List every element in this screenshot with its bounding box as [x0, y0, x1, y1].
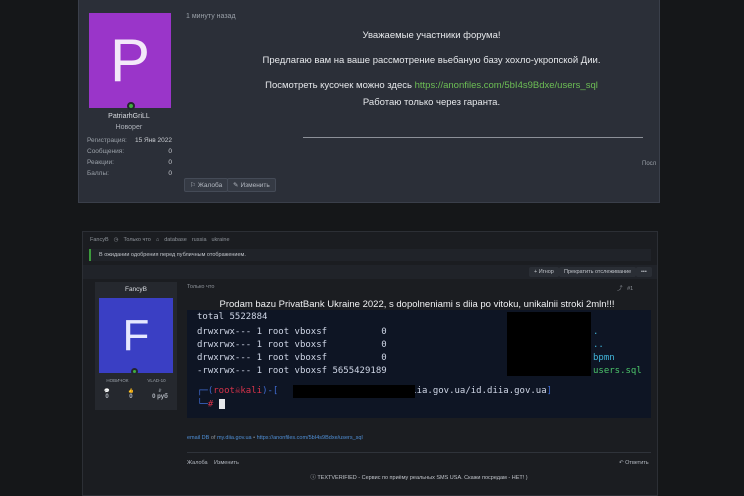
forum-post-fancyb: FancyB ◷ Только что ⌂ database russia uk… — [82, 231, 658, 496]
user-stats: 💬 0 👍 0 ₽0 руб — [95, 388, 177, 400]
breadcrumb: FancyB ◷ Только что ⌂ database russia uk… — [90, 237, 230, 243]
clock-icon: ◷ — [113, 237, 119, 243]
offer-line: Предлагаю вам на ваше рассмотрение вьеба… — [262, 55, 601, 66]
username[interactable]: FancyB — [95, 286, 177, 293]
sample-link[interactable]: https://anonfiles.com/5bI4s9Bdxe/users_s… — [415, 80, 598, 91]
stat-messages: 💬 0 — [104, 388, 110, 400]
username[interactable]: PatriarhGriLL — [79, 113, 179, 120]
greeting: Уважаемые участники форума! — [362, 30, 501, 41]
tag-database[interactable]: database — [164, 237, 187, 243]
reply-icon: ↶ — [619, 460, 624, 466]
terminal-row: -rwxrwx--- 1 root vboxsf 5655429189 — [197, 366, 387, 376]
thread-actions: + Игнор Прекратить отслеживание ••• — [83, 265, 657, 279]
post-timestamp[interactable]: Только что — [187, 284, 214, 290]
report-button[interactable]: Жалоба — [187, 460, 208, 466]
moderation-notice: В ожидании одобрения перед публичным ото… — [89, 249, 651, 261]
ad-banner[interactable]: ⓘ TEXTVERIFIED - Сервис по приёму реальн… — [187, 473, 651, 481]
file-name: users.sql — [593, 366, 642, 376]
cursor — [218, 399, 225, 409]
sample-line: Посмотреть кусочек можно здесь https://a… — [229, 80, 634, 91]
flag-icon: ⚐ — [190, 182, 196, 189]
breadcrumb-time[interactable]: Только что — [123, 237, 150, 243]
tag-icon: ⌂ — [155, 237, 160, 243]
post-title: Prodam bazu PrivatBank Ukraine 2022, s d… — [219, 299, 615, 310]
terminal-row: drwxrwx--- 1 root vboxsf 0 — [197, 327, 387, 337]
download-link[interactable]: https://anonfiles.com/5bI4s9Bdxe/users_s… — [257, 435, 363, 441]
redaction-block — [507, 312, 591, 376]
edit-button[interactable]: ✎ Изменить — [227, 178, 276, 192]
terminal-total: total 5522884 — [197, 312, 268, 322]
edit-button[interactable]: Изменить — [214, 460, 239, 466]
reply-button[interactable]: ↶ Ответить — [619, 460, 649, 466]
source-prefix[interactable]: email DB — [187, 435, 209, 441]
file-name: bpmn — [593, 353, 615, 363]
tag-novice: НОВИЧОК — [106, 378, 129, 383]
terminal-input-line: └─# — [197, 399, 225, 410]
terminal-row: drwxrwx--- 1 root vboxsf 0 — [197, 353, 387, 363]
user-sidebar: FancyB F НОВИЧОК VLAD-10 💬 0 👍 0 ₽0 руб — [95, 282, 177, 410]
redaction-block — [293, 385, 415, 398]
user-tags: НОВИЧОК VLAD-10 — [97, 378, 175, 383]
post-number: #1 — [627, 286, 634, 292]
stat-messages: Сообщения: 0 — [87, 148, 172, 155]
report-button[interactable]: ⚐ Жалоба — [184, 178, 229, 192]
breadcrumb-user[interactable]: FancyB — [90, 237, 109, 243]
user-role: Новорег — [115, 124, 143, 131]
page: P PatriarhGriLL Новорег Регистрация: 15 Я… — [0, 0, 744, 496]
stat-registration: Регистрация: 15 Янв 2022 — [87, 137, 172, 144]
post-body: Уважаемые участники форума! Предлагаю ва… — [229, 30, 634, 108]
source-line: email DB of my.diia.gov.ua • https://ano… — [187, 435, 363, 441]
post-share[interactable]: ⤴ #1 — [617, 284, 633, 292]
forum-post-patriarhgrill: P PatriarhGriLL Новорег Регистрация: 15 Я… — [78, 0, 660, 203]
unwatch-button[interactable]: Прекратить отслеживание — [559, 267, 637, 277]
file-name: .. — [593, 340, 604, 350]
user-sidebar: P PatriarhGriLL Новорег Регистрация: 15 Я… — [79, 0, 179, 203]
footer-divider — [187, 452, 651, 453]
share-icon: ⤴ — [617, 286, 623, 292]
stat-reactions: Реакции: 0 — [87, 159, 172, 166]
pencil-icon: ✎ — [233, 182, 239, 189]
more-menu-button[interactable]: ••• — [636, 267, 652, 277]
terminal-row: drwxrwx--- 1 root vboxsf 0 — [197, 340, 387, 350]
guarantor-line: Работаю только через гаранта. — [362, 97, 501, 108]
stat-likes: 👍 0 — [128, 388, 134, 400]
avatar[interactable]: F — [99, 298, 173, 373]
tag-russia[interactable]: russia — [192, 237, 207, 243]
avatar[interactable]: P — [89, 13, 171, 108]
source-site-link[interactable]: my.diia.gov.ua — [217, 435, 252, 441]
online-indicator-icon — [131, 368, 138, 375]
signature-divider — [303, 137, 643, 138]
tag-ukraine[interactable]: ukraine — [212, 237, 230, 243]
stat-balance: ₽0 руб — [152, 388, 168, 400]
info-icon: ⓘ — [310, 475, 316, 481]
sample-prefix: Посмотреть кусочек можно здесь — [265, 80, 412, 91]
online-indicator-icon — [127, 102, 135, 110]
file-name: . — [593, 327, 599, 337]
stat-points: Баллы: 0 — [87, 170, 172, 177]
ignore-button[interactable]: + Игнор — [529, 267, 559, 277]
plus-icon: + — [534, 269, 538, 275]
terminal-screenshot: total 5522884 drwxrwx--- 1 root vboxsf 0… — [187, 310, 651, 418]
post-timestamp[interactable]: 1 минуту назад — [186, 13, 236, 20]
truncated-text: Посл — [642, 161, 657, 167]
tag-vlad: VLAD-10 — [147, 378, 166, 383]
